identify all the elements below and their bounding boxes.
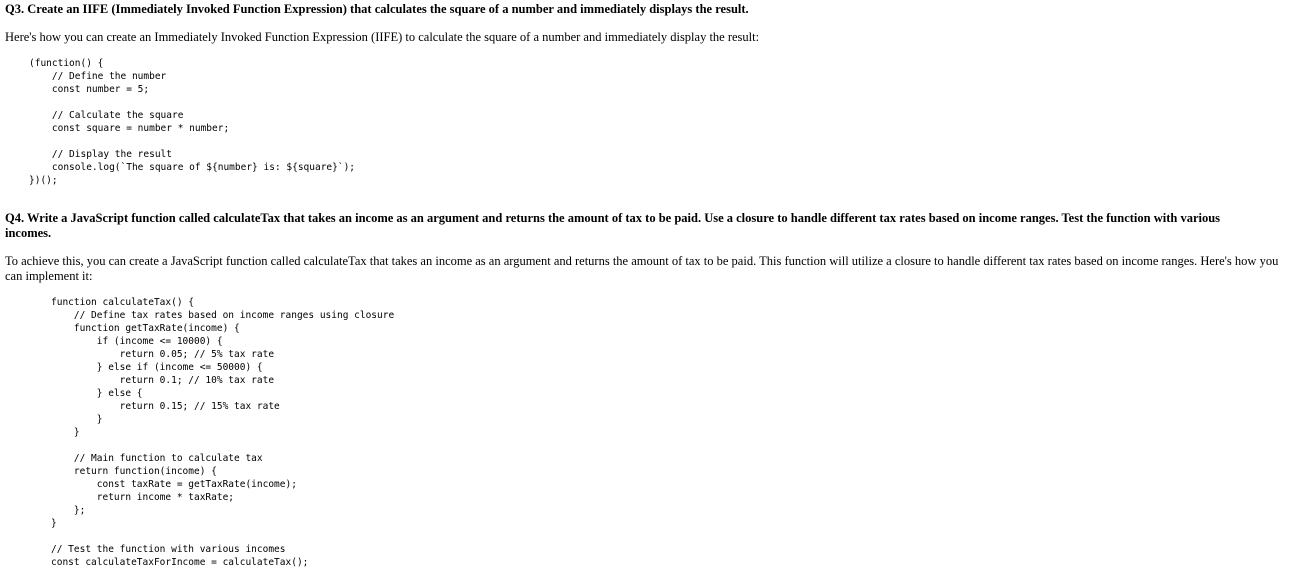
question-4-title: Q4. Write a JavaScript function called c… [5, 211, 1221, 240]
question-3-title: Q3. Create an IIFE (Immediately Invoked … [5, 2, 749, 16]
question-3-code-block: (function() { // Define the number const… [29, 58, 356, 186]
question-3-intro: Here's how you can create an Immediately… [5, 30, 760, 44]
question-4-intro: To achieve this, you can create a JavaSc… [5, 254, 1279, 283]
question-4-code-block: function calculateTax() { // Define tax … [51, 297, 395, 568]
